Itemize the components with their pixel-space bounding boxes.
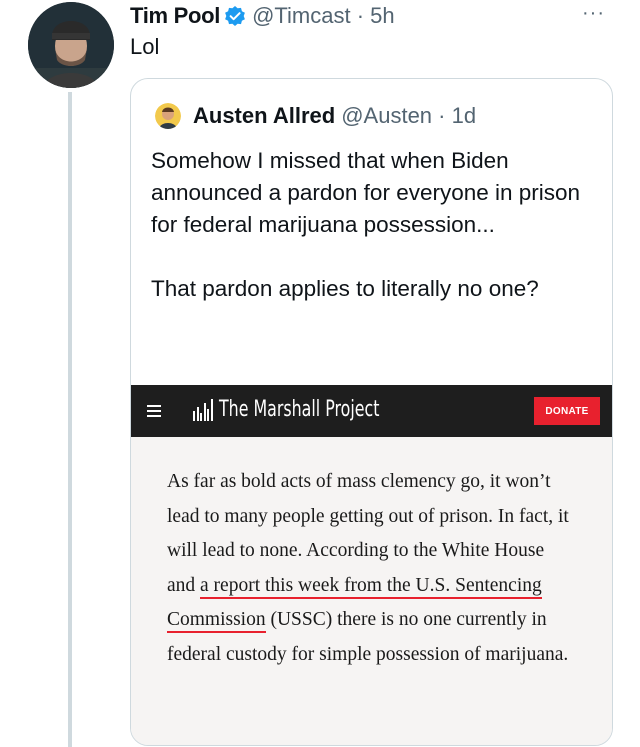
article-excerpt: As far as bold acts of mass clemency go,…	[167, 465, 577, 672]
quoted-tweet[interactable]: Austen Allred @Austen · 1d Somehow I mis…	[130, 78, 613, 746]
quoted-author-handle-time[interactable]: @Austen · 1d	[341, 103, 476, 129]
site-header-bar: The Marshall Project DONATE	[131, 385, 612, 437]
marshall-project-logo: The Marshall Project	[193, 397, 441, 422]
donate-button: DONATE	[534, 397, 600, 425]
quoted-paragraph: That pardon applies to literally no one?	[151, 276, 539, 301]
quoted-tweet-header: Austen Allred @Austen · 1d	[155, 103, 476, 129]
quoted-paragraph: Somehow I missed that when Biden announc…	[151, 148, 581, 237]
thread-line	[68, 92, 72, 747]
site-title: The Marshall Project	[218, 397, 379, 422]
quoted-author-name[interactable]: Austen Allred	[193, 103, 335, 129]
tweet-text: Lol	[130, 34, 160, 59]
tim-pool-avatar[interactable]	[28, 2, 114, 88]
verified-badge-icon	[224, 5, 246, 27]
author-name[interactable]: Tim Pool	[130, 3, 220, 29]
austen-allred-avatar[interactable]	[155, 103, 181, 129]
marshall-project-logo-icon	[193, 398, 213, 421]
embedded-article-screenshot[interactable]: The Marshall Project DONATE As far as bo…	[131, 385, 612, 745]
quoted-tweet-text: Somehow I missed that when Biden announc…	[151, 145, 591, 305]
more-options-icon[interactable]: ···	[582, 2, 605, 25]
menu-icon	[147, 401, 161, 421]
tweet-header: Tim Pool @Timcast · 5h	[130, 2, 395, 30]
author-handle-time[interactable]: @Timcast · 5h	[252, 3, 395, 29]
